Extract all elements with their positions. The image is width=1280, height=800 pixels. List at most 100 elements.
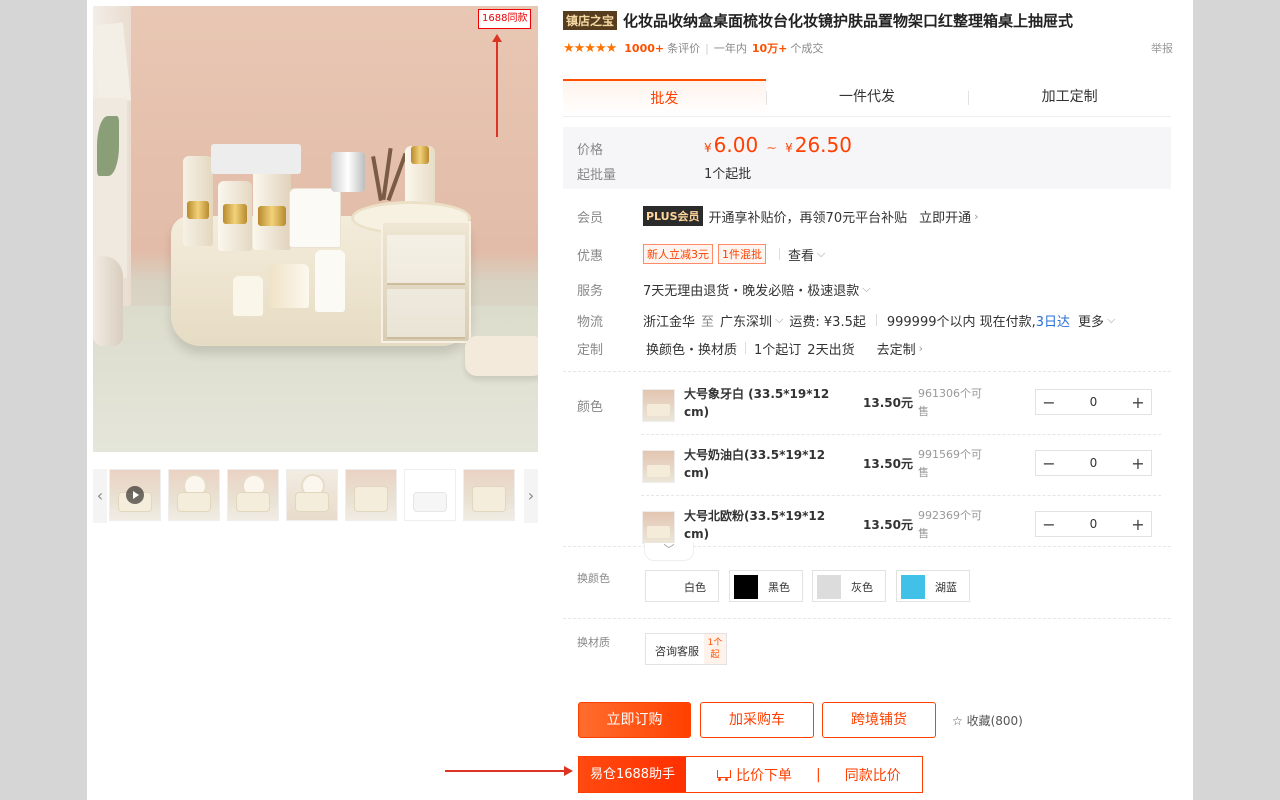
thumbnail-video[interactable] xyxy=(109,469,161,521)
sku-name: 大号象牙白 (33.5*19*12 cm) xyxy=(684,387,830,419)
plus-button[interactable]: + xyxy=(1125,515,1151,534)
sku-thumbnail[interactable] xyxy=(642,511,675,544)
compare-order-button[interactable]: 比价下单 xyxy=(714,765,792,785)
helper-divider: | xyxy=(816,766,821,783)
deal-label: 个成交 xyxy=(790,42,824,55)
compare-order-label: 比价下单 xyxy=(736,767,792,784)
review-count[interactable]: 1000+ xyxy=(624,42,664,55)
service-text[interactable]: 7天无理由退货・晚发必赔・极速退款 xyxy=(643,280,859,299)
open-membership-link[interactable]: 立即开通 xyxy=(919,207,971,226)
sku-thumbnail[interactable] xyxy=(642,450,675,483)
custom-ship: 2天出货 xyxy=(807,342,855,358)
sku-item: 大号奶油白(33.5*19*12 cm) 13.50元 991569个可售 − … xyxy=(642,446,1162,496)
divider xyxy=(875,314,877,326)
expand-sku-button[interactable]: ﹀ xyxy=(644,543,694,561)
thumbnail-organizer xyxy=(413,492,447,512)
member-label: 会员 xyxy=(577,210,604,226)
same-style-badge[interactable]: 1688同款 xyxy=(478,9,532,29)
section-divider xyxy=(563,618,1171,619)
thumbnail[interactable] xyxy=(168,469,220,521)
service-row: 服务 7天无理由退货・晚发必赔・极速退款 ⌵ xyxy=(577,278,1173,300)
main-product-image[interactable] xyxy=(93,6,538,452)
color-option-white[interactable]: 白色 xyxy=(645,570,719,602)
bottle-cap xyxy=(223,204,247,224)
bottle xyxy=(315,250,345,312)
quantity-input[interactable]: 0 xyxy=(1062,517,1125,531)
product-meta: ★★★★★ 1000+ 条评价 | 一年内 10万+ 个成交 举报 xyxy=(563,39,1173,57)
logistics-row: 物流 浙江金华 至 广东深圳 ⌵ 运费: ¥3.5起 999999个以内 现在付款… xyxy=(577,309,1173,331)
promo-tag-newuser: 新人立减3元 xyxy=(643,244,713,264)
thumbnail[interactable] xyxy=(463,469,515,521)
purchase-mode-tabs: 批发 一件代发 加工定制 xyxy=(563,79,1171,117)
member-text: 开通享补贴价，再领70元平台补贴 xyxy=(708,210,908,226)
order-now-button[interactable]: 立即订购 xyxy=(578,702,691,738)
sku-stock: 961306个可售 xyxy=(918,387,982,418)
color-option-black[interactable]: 黑色 xyxy=(729,570,803,602)
favorite-button[interactable]: ☆ 收藏(800) xyxy=(952,712,1023,729)
thumbnail[interactable] xyxy=(227,469,279,521)
tab-dropship[interactable]: 一件代发 xyxy=(765,79,969,116)
thumbnail-organizer xyxy=(177,492,211,512)
member-row: 会员 PLUS会员 开通享补贴价，再领70元平台补贴 立即开通 › xyxy=(577,205,1173,227)
to-word: 至 xyxy=(701,314,715,330)
product-title-row: 镇店之宝 化妆品收纳盒桌面梳妆台化妆镜护肤品置物架口红整理箱桌上抽屉式 xyxy=(563,9,1173,31)
report-link[interactable]: 举报 xyxy=(1151,40,1173,56)
plus-member-badge: PLUS会员 xyxy=(643,206,703,226)
chevron-right-icon[interactable]: › xyxy=(524,469,538,523)
sku-item: 大号北欧粉(33.5*19*12 cm) 13.50元 992369个可售 − … xyxy=(642,507,1162,557)
sku-price: 13.50元 xyxy=(863,457,913,471)
minus-button[interactable]: − xyxy=(1036,515,1062,534)
logistics-label: 物流 xyxy=(577,314,604,330)
quantity-stepper: − 0 + xyxy=(1035,389,1152,415)
plus-button[interactable]: + xyxy=(1125,454,1151,473)
color-swatch xyxy=(734,575,758,599)
tab-wholesale[interactable]: 批发 xyxy=(563,79,766,116)
custom-material-label: 换材质 xyxy=(577,636,610,649)
same-compare-button[interactable]: 同款比价 xyxy=(845,765,901,785)
minus-button[interactable]: − xyxy=(1036,454,1062,473)
quantity-stepper: − 0 + xyxy=(1035,511,1152,537)
material-option[interactable]: 咨询客服 1个起 xyxy=(645,633,727,665)
go-custom-link[interactable]: 去定制 xyxy=(877,339,916,358)
more-logistics-link[interactable]: 更多 xyxy=(1078,311,1104,330)
add-to-cart-button[interactable]: 加采购车 xyxy=(700,702,814,738)
price-min: 6.00 xyxy=(713,133,759,157)
leaf-decor xyxy=(97,116,119,176)
color-option-lake-blue[interactable]: 湖蓝 xyxy=(896,570,970,602)
ship-to[interactable]: 广东深圳 xyxy=(720,311,772,330)
meta-divider: | xyxy=(705,41,709,55)
service-label: 服务 xyxy=(577,283,604,299)
view-promo-link[interactable]: 查看 xyxy=(788,245,814,264)
quantity-input[interactable]: 0 xyxy=(1062,456,1125,470)
stock-text: 999999个以内 现在付款, xyxy=(886,314,1036,330)
chevron-down-icon: ⌵ xyxy=(1107,313,1116,326)
review-label[interactable]: 条评价 xyxy=(667,40,700,56)
lipstick xyxy=(233,276,263,316)
chevron-right-icon: › xyxy=(974,209,979,223)
helper-brand-button[interactable]: 易仓1688助手 xyxy=(579,757,686,792)
quantity-input[interactable]: 0 xyxy=(1062,395,1125,409)
plus-button[interactable]: + xyxy=(1125,393,1151,412)
vase xyxy=(93,256,123,346)
currency-symbol: ¥ xyxy=(704,141,712,155)
sku-thumbnail[interactable] xyxy=(642,389,675,422)
cross-border-button[interactable]: 跨境铺货 xyxy=(822,702,936,738)
minus-button[interactable]: − xyxy=(1036,393,1062,412)
custom-color-label: 换颜色 xyxy=(577,572,610,585)
thumbnail[interactable] xyxy=(404,469,456,521)
chevron-right-icon: › xyxy=(918,341,923,355)
drawer-unit xyxy=(381,221,471,343)
tab-custom[interactable]: 加工定制 xyxy=(968,79,1171,116)
divider xyxy=(745,342,747,354)
price-label: 价格 xyxy=(577,143,604,158)
thumbnail[interactable] xyxy=(345,469,397,521)
thumbnail[interactable] xyxy=(286,469,338,521)
chevron-left-icon[interactable]: ‹ xyxy=(93,469,107,523)
moq-value: 1个起批 xyxy=(704,167,752,182)
rating-stars-icon: ★★★★★ xyxy=(563,40,617,56)
chevron-down-icon: ⌵ xyxy=(775,313,784,326)
color-option-gray[interactable]: 灰色 xyxy=(812,570,886,602)
perfume-bottle xyxy=(269,264,309,308)
color-name: 白色 xyxy=(684,581,706,594)
sku-price: 13.50元 xyxy=(863,518,913,532)
